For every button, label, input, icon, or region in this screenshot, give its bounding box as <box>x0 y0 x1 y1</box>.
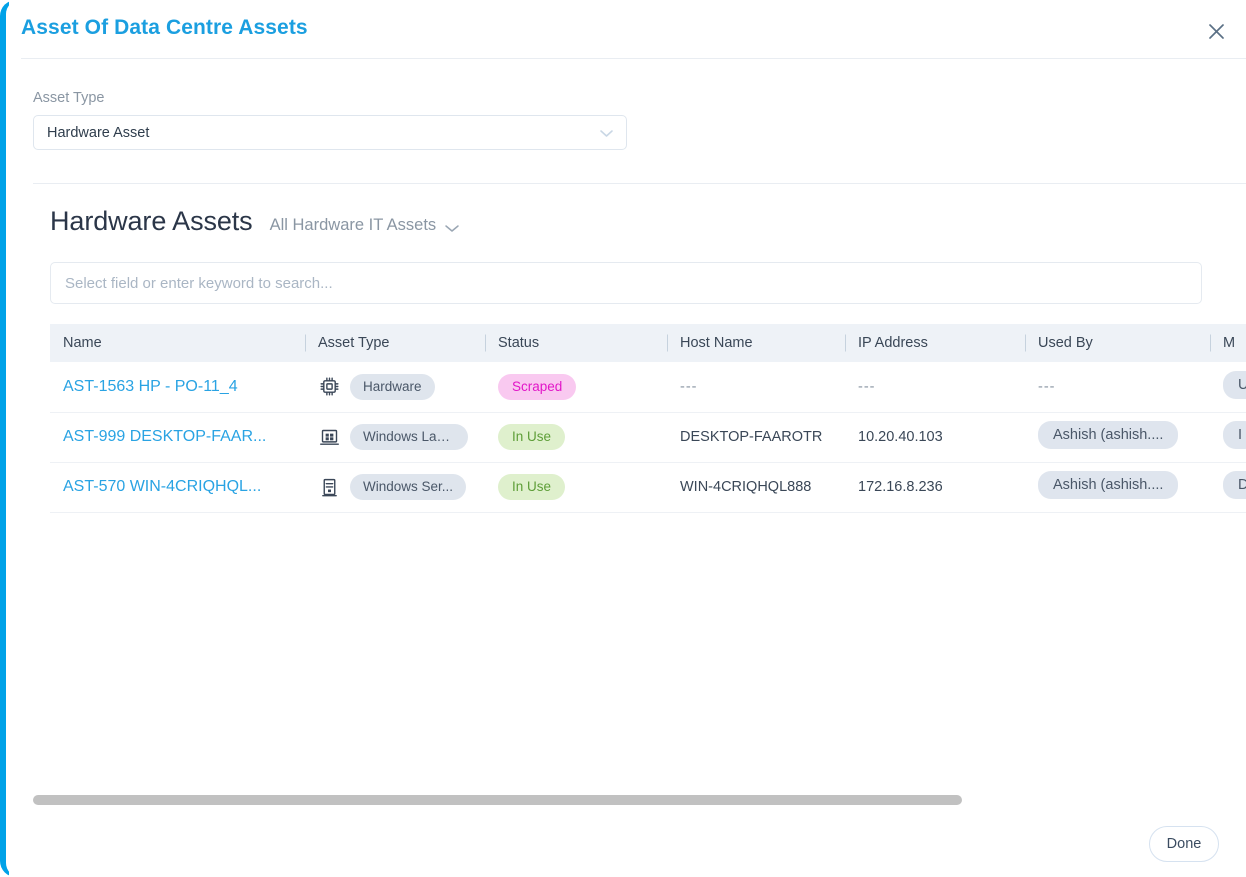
column-header-label: Status <box>498 335 539 351</box>
close-icon[interactable] <box>1202 17 1230 45</box>
search-box[interactable] <box>50 262 1202 304</box>
cell-host-name: DESKTOP-FAAROTR <box>667 412 845 462</box>
section-title: Hardware Assets <box>50 206 253 237</box>
host-name-value: WIN-4CRIQHQL888 <box>680 479 811 495</box>
asset-dialog: Asset Of Data Centre Assets Asset Type H… <box>0 0 1246 877</box>
cell-ip-address: 10.20.40.103 <box>845 412 1025 462</box>
ip-address-value: 10.20.40.103 <box>858 429 943 445</box>
cell-asset-type: Windows Lap... <box>305 412 485 462</box>
column-header-asset-type[interactable]: Asset Type <box>305 324 485 362</box>
horizontal-scrollbar-track[interactable] <box>33 795 1229 805</box>
cpu-chip-icon <box>318 376 340 398</box>
model-chip: D <box>1223 471 1246 499</box>
cell-model: U <box>1210 362 1246 412</box>
cell-used-by: Ashish (ashish.... <box>1025 462 1210 512</box>
column-header-ip-address[interactable]: IP Address <box>845 324 1025 362</box>
ip-address-value: 172.16.8.236 <box>858 479 943 495</box>
asset-type-label: Asset Type <box>33 90 627 106</box>
assets-table: Name Asset Type Status Host Name <box>50 324 1246 513</box>
server-tower-icon <box>318 476 340 498</box>
status-badge: In Use <box>498 474 565 500</box>
column-header-label: Host Name <box>680 335 753 351</box>
asset-name-link[interactable]: AST-999 DESKTOP-FAAR... <box>63 428 266 446</box>
cell-used-by: Ashish (ashish.... <box>1025 412 1210 462</box>
asset-name-link[interactable]: AST-1563 HP - PO-11_4 <box>63 378 238 396</box>
dialog-footer: Done <box>0 815 1246 877</box>
cell-ip-address: 172.16.8.236 <box>845 462 1025 512</box>
used-by-chip: Ashish (ashish.... <box>1038 421 1178 449</box>
ip-address-value: --- <box>858 379 876 395</box>
assets-table-body: AST-1563 HP - PO-11_4 <box>50 362 1246 512</box>
chevron-down-icon <box>444 223 460 233</box>
column-header-name[interactable]: Name <box>50 324 305 362</box>
cell-name: AST-999 DESKTOP-FAAR... <box>50 412 305 462</box>
column-header-model[interactable]: M <box>1210 324 1246 362</box>
column-divider <box>1210 335 1211 352</box>
cell-host-name: --- <box>667 362 845 412</box>
column-header-label: Used By <box>1038 335 1093 351</box>
asset-type-chip: Hardware <box>350 374 435 400</box>
hardware-view-filter[interactable]: All Hardware IT Assets <box>270 216 461 235</box>
table-header-row: Name Asset Type Status Host Name <box>50 324 1246 362</box>
column-header-status[interactable]: Status <box>485 324 667 362</box>
done-button[interactable]: Done <box>1149 826 1219 862</box>
host-name-value: DESKTOP-FAAROTR <box>680 429 822 445</box>
chevron-down-icon <box>599 128 614 138</box>
column-header-host-name[interactable]: Host Name <box>667 324 845 362</box>
dialog-header: Asset Of Data Centre Assets <box>0 0 1246 59</box>
asset-type-chip: Windows Ser... <box>350 474 466 500</box>
table-row[interactable]: AST-1563 HP - PO-11_4 <box>50 362 1246 412</box>
cell-host-name: WIN-4CRIQHQL888 <box>667 462 845 512</box>
column-divider <box>845 335 846 352</box>
column-divider <box>485 335 486 352</box>
horizontal-scrollbar-thumb[interactable] <box>33 795 962 805</box>
table-row[interactable]: AST-570 WIN-4CRIQHQL... <box>50 462 1246 512</box>
cell-status: In Use <box>485 412 667 462</box>
asset-type-select[interactable]: Hardware Asset <box>33 115 627 150</box>
section-header: Hardware Assets All Hardware IT Assets <box>50 206 460 237</box>
hardware-view-filter-label: All Hardware IT Assets <box>270 216 437 235</box>
host-name-value: --- <box>680 379 698 395</box>
cell-asset-type: Hardware <box>305 362 485 412</box>
cell-status: Scraped <box>485 362 667 412</box>
dialog-title: Asset Of Data Centre Assets <box>21 16 308 40</box>
column-divider <box>305 335 306 352</box>
cell-model: I <box>1210 412 1246 462</box>
asset-type-chip: Windows Lap... <box>350 424 468 450</box>
cell-model: D <box>1210 462 1246 512</box>
asset-name-link[interactable]: AST-570 WIN-4CRIQHQL... <box>63 478 261 496</box>
model-chip: I <box>1223 421 1246 449</box>
column-header-used-by[interactable]: Used By <box>1025 324 1210 362</box>
used-by-value: --- <box>1038 379 1056 395</box>
assets-table-container: Name Asset Type Status Host Name <box>50 324 1246 519</box>
asset-type-selected-value: Hardware Asset <box>34 125 149 141</box>
search-input[interactable] <box>51 274 1201 293</box>
cell-name: AST-1563 HP - PO-11_4 <box>50 362 305 412</box>
model-chip: U <box>1223 371 1246 399</box>
assets-table-head: Name Asset Type Status Host Name <box>50 324 1246 362</box>
column-divider <box>667 335 668 352</box>
column-header-label: Asset Type <box>318 335 389 351</box>
section-divider <box>33 183 1246 184</box>
cell-asset-type: Windows Ser... <box>305 462 485 512</box>
status-badge: In Use <box>498 424 565 450</box>
column-divider <box>1025 335 1026 352</box>
asset-type-field-group: Asset Type Hardware Asset <box>33 90 627 150</box>
dialog-accent-inner <box>6 0 20 877</box>
cell-status: In Use <box>485 462 667 512</box>
cell-ip-address: --- <box>845 362 1025 412</box>
table-row[interactable]: AST-999 DESKTOP-FAAR... <box>50 412 1246 462</box>
column-header-label: Name <box>63 335 102 351</box>
cell-name: AST-570 WIN-4CRIQHQL... <box>50 462 305 512</box>
column-header-label: IP Address <box>858 335 928 351</box>
header-divider <box>21 58 1246 59</box>
used-by-chip: Ashish (ashish.... <box>1038 471 1178 499</box>
cell-used-by: --- <box>1025 362 1210 412</box>
column-header-label: M <box>1223 335 1235 351</box>
windows-laptop-icon <box>318 426 340 448</box>
status-badge: Scraped <box>498 374 576 400</box>
